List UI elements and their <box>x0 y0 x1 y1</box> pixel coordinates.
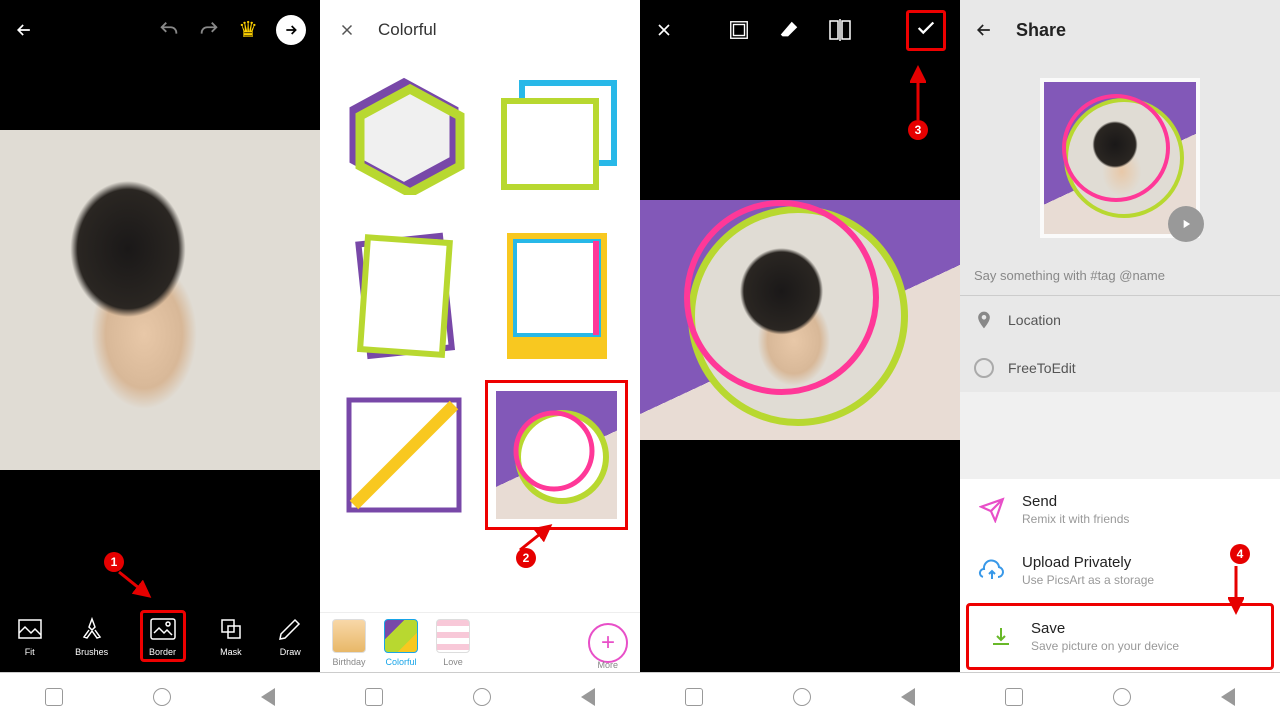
tool-draw[interactable]: Draw <box>276 615 304 657</box>
nav-home-icon[interactable] <box>473 688 491 706</box>
crop-icon[interactable] <box>728 19 750 41</box>
tool-brushes[interactable]: Brushes <box>75 615 108 657</box>
freetoedit-row[interactable]: FreeToEdit <box>960 344 1280 392</box>
panel-title: Colorful <box>378 20 437 40</box>
frame-circles[interactable] <box>485 380 628 530</box>
tool-fit[interactable]: Fit <box>16 615 44 657</box>
cat-love[interactable]: Love <box>436 619 470 667</box>
frames-grid <box>320 60 640 580</box>
nav-home-icon[interactable] <box>793 688 811 706</box>
location-icon <box>974 310 994 330</box>
nav-recent-icon[interactable] <box>365 688 383 706</box>
step-marker-4: 4 <box>1230 544 1250 564</box>
back-icon[interactable] <box>14 20 34 40</box>
nav-home-icon[interactable] <box>153 688 171 706</box>
system-nav <box>0 672 320 720</box>
canvas-preview[interactable] <box>640 200 960 440</box>
frame-tilted[interactable] <box>332 220 475 370</box>
nav-recent-icon[interactable] <box>685 688 703 706</box>
action-send[interactable]: SendRemix it with friends <box>960 479 1280 540</box>
more-label: More <box>597 660 618 670</box>
nav-back-icon[interactable] <box>1221 688 1235 706</box>
eraser-icon[interactable] <box>778 19 800 41</box>
cat-colorful[interactable]: Colorful <box>384 619 418 667</box>
step-marker-3: 3 <box>908 120 928 140</box>
system-nav <box>960 672 1280 720</box>
frame-extra-1[interactable] <box>332 540 475 580</box>
forward-button[interactable] <box>276 15 306 45</box>
cat-birthday[interactable]: Birthday <box>332 619 366 667</box>
tool-mask[interactable]: Mask <box>217 615 245 657</box>
nav-back-icon[interactable] <box>901 688 915 706</box>
page-title: Share <box>1016 20 1066 41</box>
cloud-upload-icon <box>978 559 1006 583</box>
nav-back-icon[interactable] <box>261 688 275 706</box>
add-more-button[interactable]: + <box>588 623 628 663</box>
send-icon <box>979 497 1005 523</box>
nav-back-icon[interactable] <box>581 688 595 706</box>
nav-home-icon[interactable] <box>1113 688 1131 706</box>
share-preview <box>960 60 1280 256</box>
canvas-image[interactable] <box>0 130 320 470</box>
close-icon[interactable] <box>654 20 674 40</box>
step-marker-1: 1 <box>104 552 124 572</box>
gif-play-icon[interactable] <box>1168 206 1204 242</box>
undo-icon[interactable] <box>158 19 180 41</box>
confirm-button[interactable] <box>906 10 946 51</box>
close-icon[interactable] <box>338 21 356 39</box>
system-nav <box>320 672 640 720</box>
system-nav <box>640 672 960 720</box>
nav-recent-icon[interactable] <box>45 688 63 706</box>
category-tabs: Birthday Colorful Love + <box>320 612 640 672</box>
radio-icon <box>974 358 994 378</box>
caption-input[interactable]: Say something with #tag @name <box>960 256 1280 296</box>
nav-recent-icon[interactable] <box>1005 688 1023 706</box>
tool-border[interactable]: Border <box>140 610 186 662</box>
frame-triangle[interactable] <box>332 380 475 530</box>
frame-extra-2[interactable] <box>485 540 628 580</box>
step-marker-2: 2 <box>516 548 536 568</box>
premium-crown-icon[interactable]: ♛ <box>238 17 258 43</box>
toolbar: Fit Brushes Border Mask Draw <box>0 600 320 672</box>
frame-hexagon[interactable] <box>332 60 475 210</box>
back-icon[interactable] <box>974 20 994 40</box>
flip-icon[interactable] <box>828 19 852 41</box>
frame-polaroid[interactable] <box>485 220 628 370</box>
redo-icon[interactable] <box>198 19 220 41</box>
download-icon <box>989 625 1013 649</box>
frame-double-rect[interactable] <box>485 60 628 210</box>
location-row[interactable]: Location <box>960 296 1280 344</box>
